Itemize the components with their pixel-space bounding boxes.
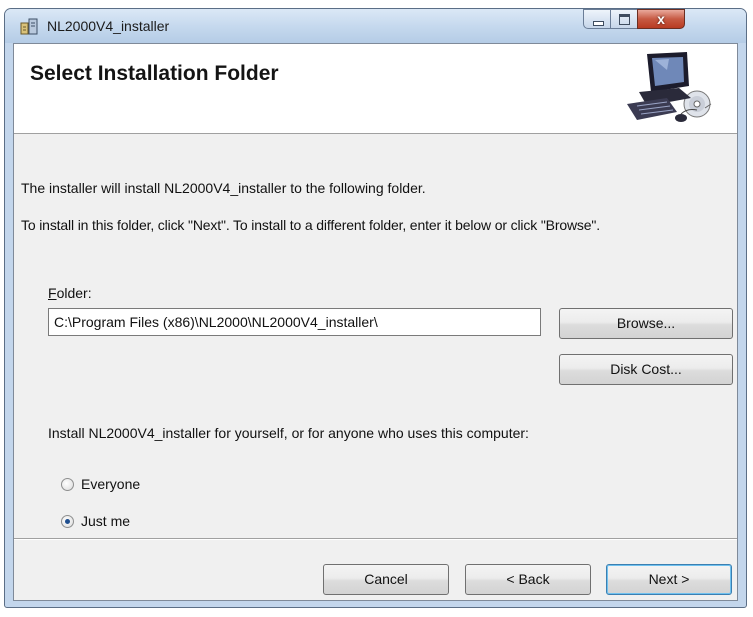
radio-just-me[interactable] — [61, 515, 74, 528]
dialog-client-area: Select Installation Folder The installer… — [13, 43, 738, 601]
maximize-button[interactable] — [610, 9, 638, 29]
radio-everyone[interactable] — [61, 478, 74, 491]
folder-label: Folder: — [48, 285, 92, 301]
radio-everyone-label[interactable]: Everyone — [81, 476, 140, 492]
install-for-prompt: Install NL2000V4_installer for yourself,… — [48, 425, 529, 441]
footer-separator-highlight — [14, 539, 737, 540]
folder-label-rest: older: — [56, 285, 92, 301]
next-button[interactable]: Next > — [606, 564, 732, 595]
disk-cost-button[interactable]: Disk Cost... — [559, 354, 733, 385]
browse-button[interactable]: Browse... — [559, 308, 733, 339]
installer-window: NL2000V4_installer x Select Installation… — [4, 8, 747, 608]
install-location-text: The installer will install NL2000V4_inst… — [21, 180, 426, 196]
window-title: NL2000V4_installer — [47, 18, 170, 34]
radio-just-me-label[interactable]: Just me — [81, 513, 130, 529]
page-title: Select Installation Folder — [30, 62, 279, 85]
title-bar[interactable]: NL2000V4_installer x — [5, 9, 746, 43]
minimize-button[interactable] — [583, 9, 611, 29]
back-button[interactable]: < Back — [465, 564, 591, 595]
header-banner: Select Installation Folder — [14, 44, 737, 134]
folder-path-input[interactable]: C:\Program Files (x86)\NL2000\NL2000V4_i… — [48, 308, 541, 336]
instructions-text: To install in this folder, click "Next".… — [21, 217, 600, 233]
computer-with-cd-icon — [627, 52, 712, 122]
installer-app-icon — [20, 18, 38, 35]
cancel-button[interactable]: Cancel — [323, 564, 449, 595]
close-icon: x — [657, 11, 665, 27]
close-button[interactable]: x — [637, 9, 685, 29]
folder-label-accelerator: F — [48, 285, 57, 301]
